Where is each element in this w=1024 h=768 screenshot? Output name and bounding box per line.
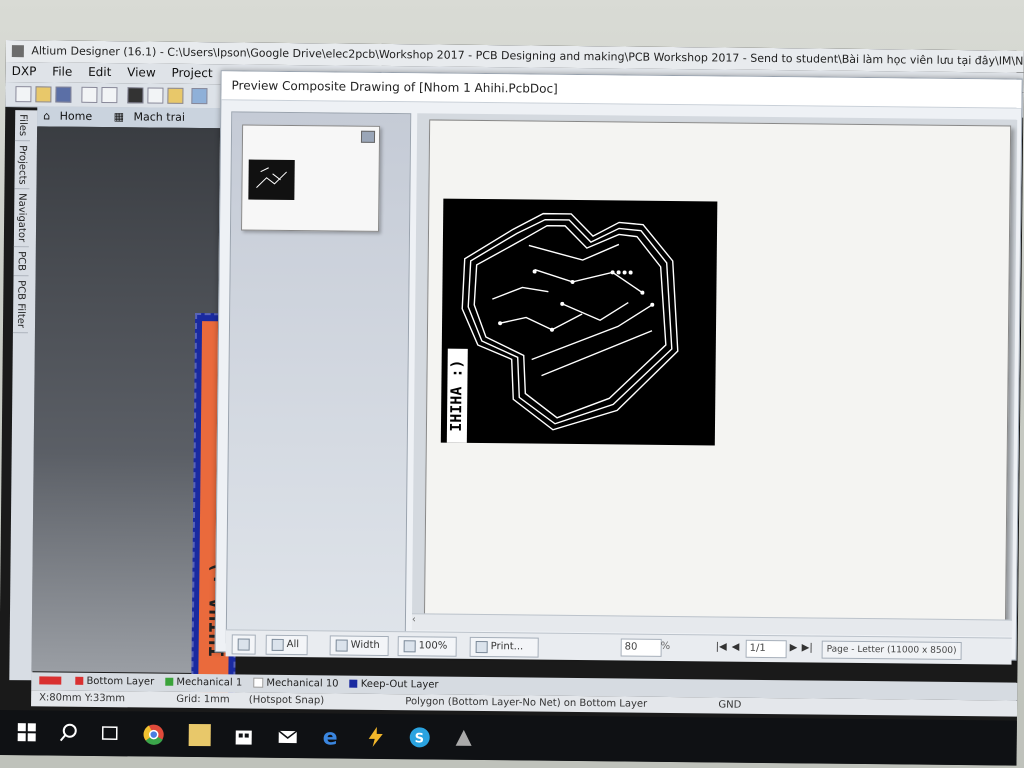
menu-edit[interactable]: Edit: [82, 63, 117, 81]
new-document-icon[interactable]: [15, 86, 32, 103]
preview-area[interactable]: IHIHA :): [412, 113, 1018, 628]
print-icon[interactable]: [81, 86, 98, 103]
first-page-icon[interactable]: |◀: [716, 641, 727, 652]
layer-swatch-3: [349, 679, 358, 688]
thumbnail-pane: [225, 111, 412, 646]
print-preview-icon[interactable]: [101, 87, 118, 104]
3d-view-icon[interactable]: [127, 87, 144, 104]
layer-swatch-0: [75, 676, 84, 685]
layer-tab-keepout[interactable]: Keep-Out Layer: [361, 679, 439, 691]
print-icon: [475, 640, 488, 654]
preview-dialog: Preview Composite Drawing of [Nhom 1 Ahi…: [214, 70, 1023, 665]
board-icon[interactable]: [147, 87, 164, 104]
zoom-unit: %: [660, 640, 671, 652]
search-icon[interactable]: [59, 723, 81, 745]
last-page-icon[interactable]: ▶|: [802, 642, 813, 653]
skype-icon[interactable]: S: [409, 726, 431, 748]
tab-files[interactable]: Files: [14, 110, 31, 142]
tab-projects[interactable]: Projects: [14, 141, 30, 190]
toggle-thumbnails-button[interactable]: [231, 634, 256, 655]
layer-swatch-1: [165, 677, 174, 686]
zoom-100-icon: [403, 640, 416, 653]
prev-page-icon[interactable]: ◀: [732, 642, 740, 653]
screen: Altium Designer (16.1) - C:\Users\Ipson\…: [0, 40, 1024, 766]
altium-logo-icon: [11, 45, 24, 58]
save-icon[interactable]: [55, 86, 72, 103]
file-explorer-icon[interactable]: [188, 723, 211, 747]
zoom-all-icon: [271, 638, 284, 651]
thumbnails-icon: [237, 638, 250, 651]
menu-file[interactable]: File: [46, 62, 78, 80]
mail-icon[interactable]: [277, 725, 299, 747]
document-tabs: ⌂ Home ▦ Mach trai tim.PcbDoc: [37, 106, 238, 143]
svg-text:S: S: [415, 731, 425, 746]
menu-project[interactable]: Project: [165, 64, 218, 83]
menu-view[interactable]: View: [121, 63, 162, 81]
layer-tab-bottom[interactable]: Bottom Layer: [86, 676, 154, 688]
print-label: Print...: [490, 641, 524, 653]
tab-navigator[interactable]: Navigator: [13, 189, 30, 248]
net-readout: GND: [718, 699, 742, 711]
polygon-readout: Polygon (Bottom Layer-No Net) on Bottom …: [405, 696, 648, 710]
next-page-icon[interactable]: ▶: [790, 642, 798, 653]
pcb-workspace[interactable]: IHIHA :): [31, 126, 240, 708]
tab-home-label: Home: [59, 109, 93, 123]
current-layer-swatch[interactable]: [39, 676, 62, 685]
zoom-input[interactable]: 80: [620, 638, 662, 657]
altium-taskbar-icon[interactable]: [453, 727, 475, 749]
layer-tab-mechanical-10[interactable]: Mechanical 10: [266, 678, 338, 690]
windows-start-icon[interactable]: [17, 722, 39, 744]
edge-icon[interactable]: e: [321, 725, 343, 750]
dialog-title: Preview Composite Drawing of [Nhom 1 Ahi…: [221, 71, 1022, 109]
coords-readout: X:80mm Y:33mm: [39, 692, 126, 705]
task-view-icon[interactable]: [99, 723, 121, 745]
tab-pcb[interactable]: PCB: [13, 247, 29, 277]
preview-page: IHIHA :): [423, 119, 1012, 628]
folder-icon[interactable]: [167, 87, 184, 104]
svg-text:e: e: [323, 725, 338, 747]
zoom-width-label: Width: [350, 639, 380, 651]
zoom-width-icon: [335, 639, 348, 652]
zoom-width-button[interactable]: Width: [329, 635, 389, 657]
menu-dxp[interactable]: DXP: [6, 62, 43, 80]
zoom-icon[interactable]: [191, 87, 208, 105]
tab-pcb-filter[interactable]: PCB Filter: [12, 276, 29, 334]
tab-home[interactable]: ⌂ Home: [37, 109, 104, 123]
page-size-info: Page - Letter (11000 x 8500): [821, 640, 962, 661]
open-folder-icon[interactable]: [35, 86, 52, 103]
zoom-100-button[interactable]: 100%: [397, 636, 457, 657]
layer-tab-mechanical-1[interactable]: Mechanical 1: [176, 677, 242, 689]
board-preview: IHIHA :): [440, 198, 718, 446]
zoom-all-button[interactable]: All: [265, 634, 309, 656]
flash-icon[interactable]: [365, 726, 387, 748]
store-icon[interactable]: [233, 724, 255, 746]
snap-readout: (Hotspot Snap): [248, 694, 325, 707]
layer-swatch-2: [253, 677, 264, 688]
zoom-all-label: All: [286, 638, 300, 651]
zoom-100-label: 100%: [418, 640, 448, 652]
page-thumbnail-icon: [360, 130, 376, 143]
page-input[interactable]: 1/1: [745, 639, 787, 659]
board-traces: [461, 212, 679, 431]
print-button[interactable]: Print...: [469, 636, 539, 658]
board-preview-text: IHIHA :): [446, 348, 468, 443]
chrome-icon[interactable]: [143, 723, 165, 745]
thumbnail-board: [248, 159, 295, 201]
page-thumbnail[interactable]: [241, 124, 381, 232]
grid-readout: Grid: 1mm: [176, 693, 230, 706]
